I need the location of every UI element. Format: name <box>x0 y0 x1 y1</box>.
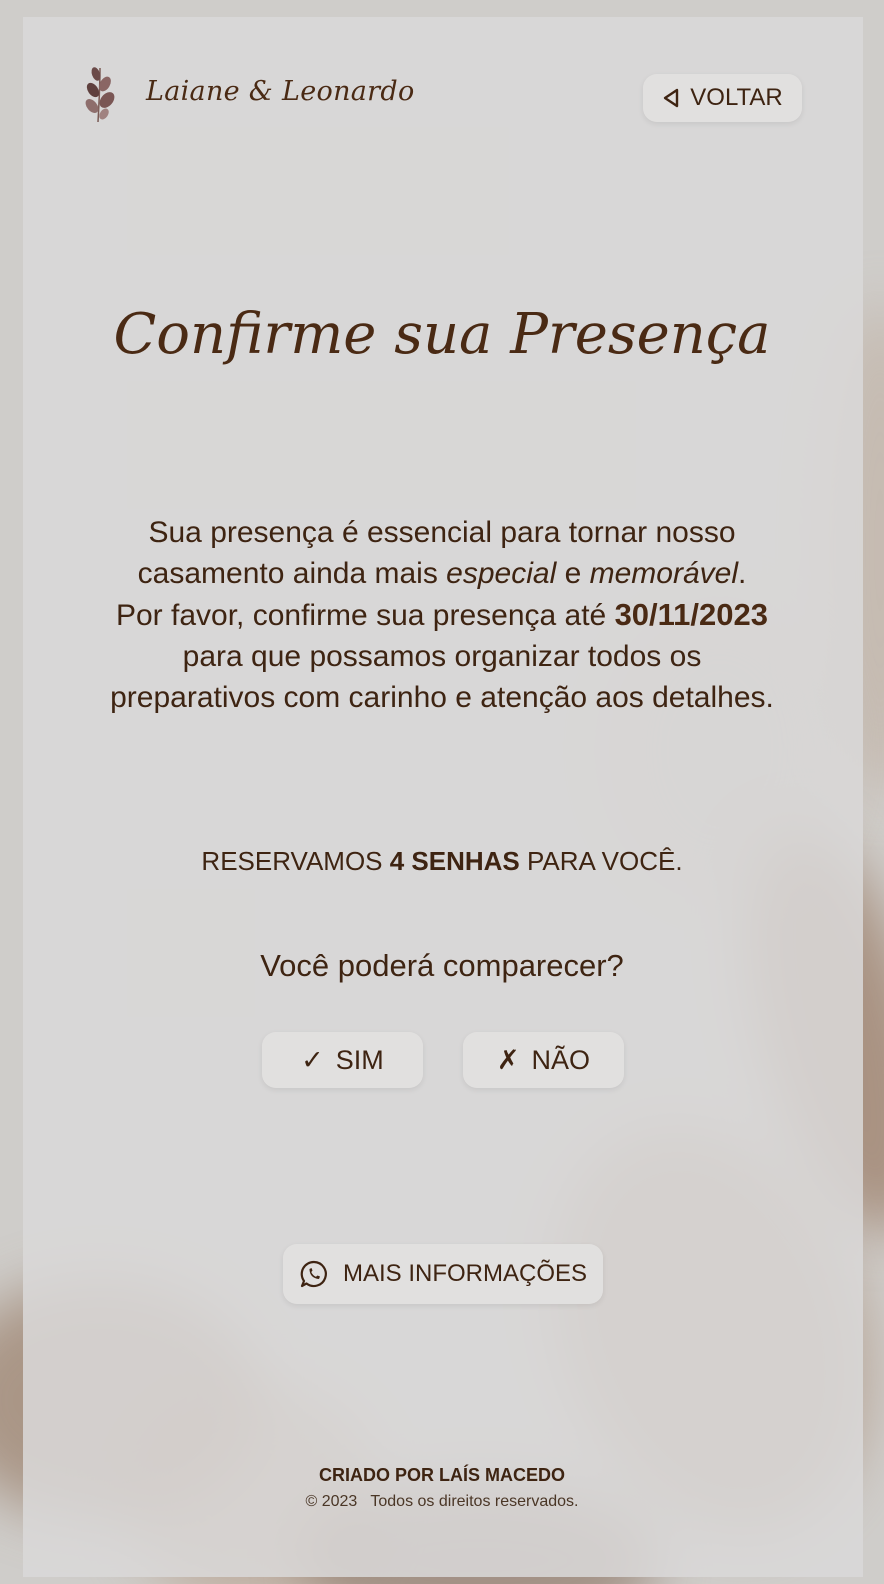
seat-count: 4 SENHAS <box>389 846 520 876</box>
and-word: e <box>556 557 590 590</box>
triangle-left-icon <box>662 88 680 108</box>
reservation-prefix: RESERVAMOS <box>201 846 390 876</box>
no-button[interactable]: ✗ NÃO <box>463 1032 624 1088</box>
credit-text: CRIADO POR LAÍS MACEDO <box>318 1465 565 1485</box>
rights-text: Todos os direitos reservados. <box>370 1493 579 1510</box>
deadline-date: 30/11/2023 <box>614 597 769 632</box>
cross-icon: ✗ <box>496 1044 520 1075</box>
reservation-text: RESERVAMOS 4 SENHAS PARA VOCÊ. <box>0 846 884 877</box>
whatsapp-icon <box>299 1259 329 1289</box>
special-word: especial <box>446 557 557 590</box>
back-button[interactable]: VOLTAR <box>643 74 802 122</box>
reservation-suffix: PARA VOCÊ. <box>519 846 683 876</box>
more-info-button[interactable]: MAIS INFORMAÇÕES <box>283 1244 603 1304</box>
period: . <box>737 557 747 590</box>
intro-paragraph: Sua presença é essencial para tornar nos… <box>110 512 774 718</box>
yes-button-label: SIM <box>335 1044 384 1075</box>
copyright-text: © 2023 Todos os direitos reservados. <box>0 1493 884 1511</box>
copyright-year: © 2023 <box>305 1493 358 1510</box>
memorable-word: memorável <box>589 557 738 590</box>
confirm-suffix: para que possamos organizar todos os pre… <box>110 640 774 714</box>
back-button-label: VOLTAR <box>690 84 783 111</box>
page-title: Confirme sua Presença <box>113 302 771 367</box>
leaf-branch-icon <box>85 67 115 123</box>
attendance-question: Você poderá comparecer? <box>260 948 624 983</box>
no-button-label: NÃO <box>531 1044 591 1075</box>
yes-button[interactable]: ✓ SIM <box>262 1032 423 1088</box>
content-panel <box>23 17 863 1577</box>
couple-name: Laiane & Leonardo <box>146 76 415 107</box>
more-info-label: MAIS INFORMAÇÕES <box>342 1260 588 1287</box>
check-icon: ✓ <box>301 1044 324 1075</box>
confirm-text: Por favor, confirme sua presença até <box>115 599 615 632</box>
